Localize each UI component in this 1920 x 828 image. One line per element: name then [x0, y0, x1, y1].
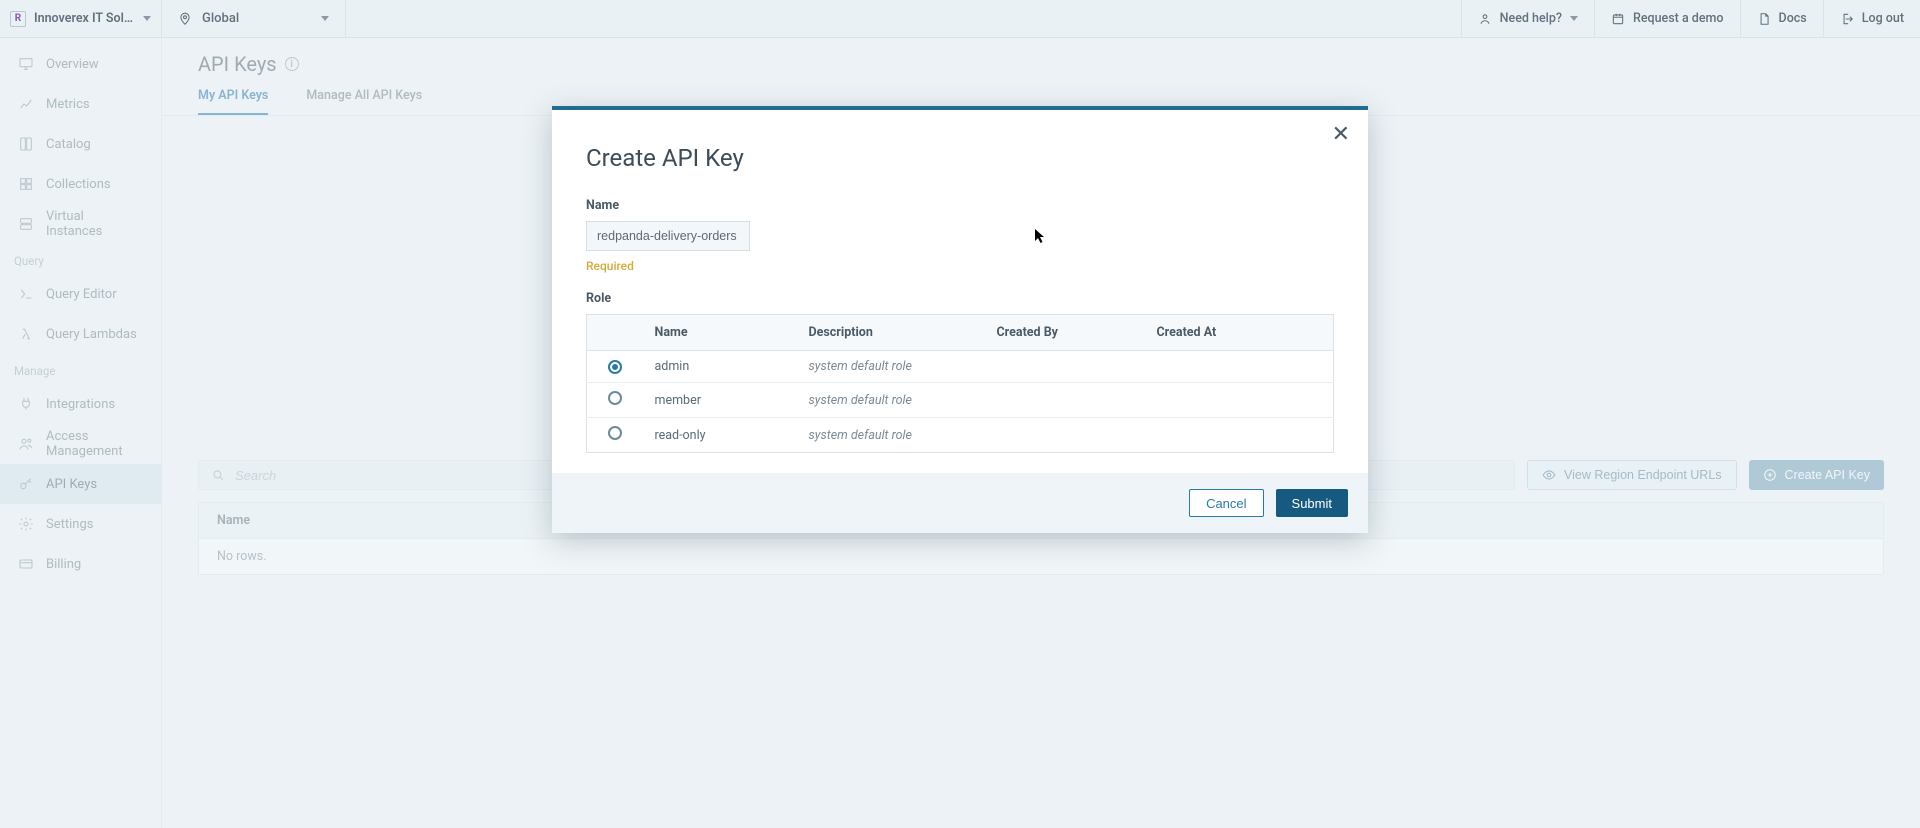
modal-title: Create API Key: [586, 144, 1334, 172]
document-icon: [1757, 12, 1771, 26]
org-logo-icon: R: [10, 11, 26, 27]
role-col-created-at: Created At: [1145, 315, 1334, 351]
role-row[interactable]: membersystem default role: [587, 383, 1334, 418]
name-field-label: Name: [586, 198, 1334, 213]
role-name: member: [643, 383, 797, 418]
role-col-created-by: Created By: [985, 315, 1145, 351]
role-created-by: [985, 351, 1145, 383]
required-hint: Required: [586, 259, 1334, 273]
role-row[interactable]: adminsystem default role: [587, 351, 1334, 383]
user-help-icon: [1478, 12, 1492, 26]
role-col-description: Description: [797, 315, 985, 351]
role-description: system default role: [797, 418, 985, 453]
docs-button[interactable]: Docs: [1740, 0, 1823, 37]
topbar: R Innoverex IT Solution... Global Need h…: [0, 0, 1920, 38]
api-key-name-input[interactable]: [586, 221, 750, 251]
logout-icon: [1840, 12, 1854, 26]
region-switcher[interactable]: Global: [162, 0, 346, 37]
request-demo-button[interactable]: Request a demo: [1594, 0, 1740, 37]
location-pin-icon: [178, 12, 192, 26]
role-radio[interactable]: [608, 391, 622, 405]
org-name: Innoverex IT Solution...: [34, 11, 135, 26]
role-created-at: [1145, 383, 1334, 418]
role-radio[interactable]: [608, 426, 622, 440]
need-help-button[interactable]: Need help?: [1461, 0, 1594, 37]
chevron-down-icon: [321, 16, 329, 21]
cancel-button[interactable]: Cancel: [1189, 489, 1263, 517]
submit-button[interactable]: Submit: [1276, 489, 1348, 517]
role-created-by: [985, 383, 1145, 418]
chevron-down-icon: [1570, 16, 1578, 21]
logout-label: Log out: [1862, 11, 1904, 26]
logout-button[interactable]: Log out: [1823, 0, 1920, 37]
role-created-at: [1145, 351, 1334, 383]
role-row[interactable]: read-onlysystem default role: [587, 418, 1334, 453]
create-api-key-modal: ✕ Create API Key Name Required Role Name…: [552, 106, 1368, 533]
role-created-by: [985, 418, 1145, 453]
need-help-label: Need help?: [1500, 11, 1562, 26]
modal-overlay[interactable]: ✕ Create API Key Name Required Role Name…: [0, 38, 1920, 828]
close-icon[interactable]: ✕: [1332, 124, 1350, 146]
calendar-icon: [1611, 12, 1625, 26]
region-label: Global: [202, 11, 311, 26]
role-table: Name Description Created By Created At a…: [586, 314, 1334, 453]
role-col-name: Name: [643, 315, 797, 351]
role-description: system default role: [797, 383, 985, 418]
docs-label: Docs: [1779, 11, 1807, 26]
role-name: read-only: [643, 418, 797, 453]
chevron-down-icon: [143, 16, 151, 21]
role-radio[interactable]: [608, 360, 622, 374]
org-switcher[interactable]: R Innoverex IT Solution...: [0, 0, 162, 37]
role-name: admin: [643, 351, 797, 383]
role-created-at: [1145, 418, 1334, 453]
modal-footer: Cancel Submit: [552, 473, 1368, 533]
role-description: system default role: [797, 351, 985, 383]
request-demo-label: Request a demo: [1633, 11, 1724, 26]
role-field-label: Role: [586, 291, 1334, 306]
